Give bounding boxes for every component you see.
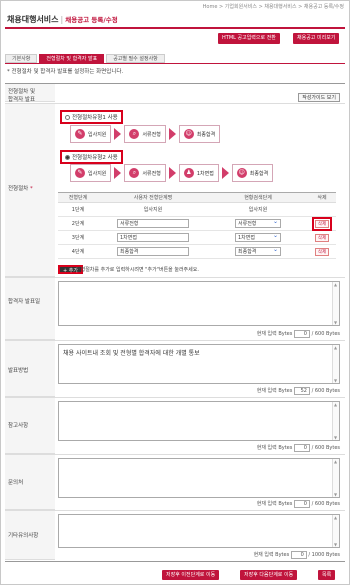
status-select[interactable]: 1차면접 [235, 232, 281, 242]
byte-counter: 현재 입력 Bytes 0 / 600 Bytes [256, 330, 340, 338]
scrollbar[interactable] [332, 515, 339, 547]
save-prev-button[interactable]: 저장후 이전단계로 이동 [162, 570, 220, 580]
byte-counter: 현재 입력 Bytes 0 / 600 Bytes [256, 444, 340, 452]
document-icon: ✎ [75, 129, 85, 139]
stage-name-input[interactable]: 최종합격 [117, 247, 189, 256]
arrow-icon [114, 167, 122, 179]
tab-required-settings[interactable]: 공고별 필수 설정사항 [106, 54, 165, 63]
save-next-button[interactable]: 저장후 다음단계로 이동 [240, 570, 298, 580]
table-row: 1단계 입사지원 입사지원 [58, 202, 336, 217]
arrow-icon [168, 128, 176, 140]
contact-textarea[interactable] [58, 458, 340, 498]
field-label: 합격자 발표일 [8, 299, 41, 305]
page-note: * 전형절차 및 합격자 발표를 설정하는 화면입니다. [7, 69, 124, 75]
flow-step: ⌕ 서류전형 [124, 125, 166, 143]
table-row: 3단계 1차면접 1차면접 삭제 [58, 230, 336, 245]
flow-step: ✎ 입사지원 [70, 164, 112, 182]
field-label: 문의처 [8, 480, 24, 486]
col-delete: 삭제 [308, 192, 336, 203]
add-stage-note: 전형절차를 추가로 입력하시려면 "추가"버튼을 눌러주세요. [76, 267, 199, 273]
scrollbar[interactable] [332, 345, 339, 383]
process-type1-flow: ✎ 입사지원 ⌕ 서류전형 ☺ 최종합격 [70, 125, 223, 143]
row-divider [5, 454, 345, 455]
field-label: 참고사항 [8, 423, 29, 429]
row-divider [5, 340, 345, 341]
process-type2-radio[interactable]: 전형절차유형2 사용 [60, 150, 123, 164]
arrow-icon [168, 167, 176, 179]
radio-selected-icon [65, 155, 70, 160]
scrollbar[interactable] [332, 402, 339, 440]
announce-date-textarea[interactable] [58, 281, 340, 326]
byte-counter: 현재 입력 Bytes 0 / 1000 Bytes [253, 551, 340, 559]
notes-textarea[interactable] [58, 401, 340, 441]
field-label: 기타유의사항 [8, 533, 39, 539]
col-stage: 전형단계 [58, 192, 98, 203]
process-type1-radio[interactable]: 전형절차유형1 사용 [60, 110, 123, 124]
row-divider [5, 397, 345, 398]
radio-icon [65, 115, 70, 120]
announce-label-1: 전형절차 및 [8, 89, 36, 95]
status-select[interactable]: 서류전형 [235, 218, 281, 228]
delete-button[interactable]: 삭제 [311, 216, 333, 231]
people-icon: ♟ [183, 168, 194, 178]
form-bottom-border [5, 561, 345, 562]
row-divider [5, 103, 345, 104]
table-row: 2단계 서류전형 서류전형 삭제 [58, 216, 336, 231]
process-type2-flow: ✎ 입사지원 ⌕ 서류전형 ♟ 1차면접 ☺ 최종합격 [70, 164, 276, 182]
arrow-icon [114, 128, 122, 140]
table-row: 4단계 최종합격 최종합격 삭제 [58, 244, 336, 259]
tab-basic[interactable]: 기본사항 [5, 54, 38, 63]
status-select[interactable]: 최종합격 [235, 246, 281, 256]
step-tabs: 기본사항 전형절차 및 합격자 발표 공고별 필수 설정사항 [5, 54, 167, 63]
flow-step: ⌕ 서류전형 [124, 164, 166, 182]
flow-step: ☺ 최종합격 [178, 125, 221, 143]
document-icon: ✎ [75, 168, 85, 178]
field-label: 발표방법 [8, 368, 29, 374]
etc-textarea[interactable] [58, 514, 340, 548]
row-divider [5, 277, 345, 278]
scrollbar[interactable] [332, 459, 339, 497]
byte-counter: 현재 입력 Bytes 0 / 600 Bytes [256, 500, 340, 508]
stage-name-input[interactable]: 서류전형 [117, 219, 189, 228]
byte-counter: 현재 입력 Bytes 52 / 600 Bytes [256, 387, 340, 395]
process-type1-label: 전형절차유형1 사용 [72, 115, 118, 121]
flow-step: ♟ 1차면접 [178, 164, 219, 182]
col-name: 사용자 전형단계명 [98, 192, 208, 203]
required-mark: * [30, 186, 33, 192]
process-label: 전형절차 * [8, 186, 33, 192]
form-top-border [5, 83, 345, 84]
person-icon: ☺ [183, 129, 194, 139]
label-cell-announce-date [5, 278, 55, 340]
html-edit-button[interactable]: HTML 공고입력으로 전환 [218, 33, 280, 44]
search-icon: ⌕ [129, 168, 140, 178]
flow-step: ☺ 최종합격 [231, 164, 274, 182]
method-textarea[interactable]: 채용 사이트내 조회 및 전형별 합격자에 대한 개별 통보 [58, 344, 340, 384]
delete-button[interactable]: 삭제 [314, 233, 330, 242]
tab-process[interactable]: 전형절차 및 합격자 발표 [39, 54, 105, 63]
list-button[interactable]: 목록 [318, 570, 336, 580]
process-type2-label: 전형절차유형2 사용 [72, 155, 118, 161]
page-title: 채용대행서비스 | 채용공고 등록/수정 [7, 15, 118, 24]
title-divider [5, 27, 345, 29]
preview-button[interactable]: 채용공고 미리보기 [293, 33, 340, 44]
breadcrumb: Home > 기업회원서비스 > 채용대행서비스 > 채용공고 등록/수정 [202, 4, 344, 10]
delete-button[interactable]: 삭제 [314, 247, 330, 256]
stage-table: 전형단계 사용자 전형단계명 현황검색단계 삭제 1단계 입사지원 입사지원 2… [58, 192, 336, 259]
row-divider [5, 510, 345, 511]
flow-step: ✎ 입사지원 [70, 125, 112, 143]
search-icon: ⌕ [129, 129, 140, 139]
service-title: 채용대행서비스 [7, 15, 59, 24]
page-subtitle: 채용공고 등록/수정 [65, 16, 118, 24]
scrollbar[interactable] [332, 282, 339, 325]
arrow-icon [221, 167, 229, 179]
stage-name-input[interactable]: 1차면접 [117, 233, 189, 242]
announce-label-2: 합격자 발표 [8, 97, 36, 103]
col-status: 현황검색단계 [208, 192, 308, 203]
person-icon: ☺ [236, 168, 247, 178]
tab-divider [5, 63, 345, 64]
guide-button[interactable]: 작성가이드 보기 [298, 93, 340, 102]
